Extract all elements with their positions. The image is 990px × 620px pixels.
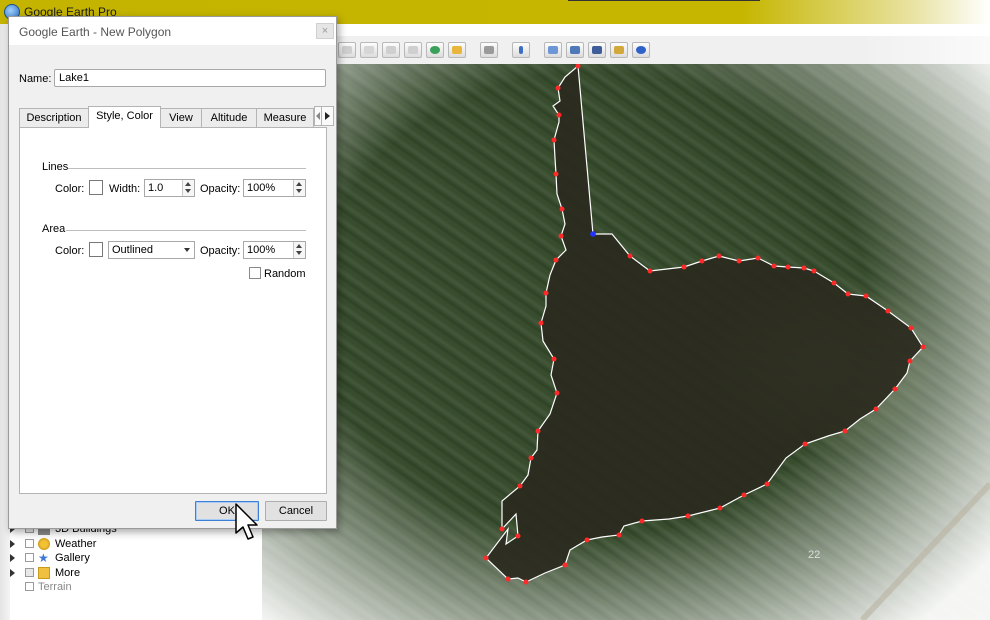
polygon-overlay[interactable]	[262, 64, 990, 620]
name-input[interactable]	[54, 69, 326, 87]
ruler-button[interactable]	[480, 42, 498, 58]
area-color-swatch[interactable]	[89, 242, 103, 257]
width-label: Width:	[109, 183, 141, 195]
lines-heading: Lines	[42, 161, 69, 173]
layer-label: Gallery	[55, 552, 90, 564]
layer-label: Weather	[55, 537, 97, 550]
earth-globe-button[interactable]	[632, 42, 650, 58]
mouse-pointer-icon	[235, 503, 258, 540]
layer-checkbox[interactable]	[25, 553, 34, 562]
tab-scroll-right-icon[interactable]	[321, 106, 334, 126]
tab-description[interactable]: Description	[19, 108, 89, 127]
map-tile-label: 22	[808, 549, 821, 561]
lines-color-swatch[interactable]	[89, 180, 103, 195]
close-button[interactable]: ×	[316, 23, 334, 39]
historical-imagery-button[interactable]	[426, 42, 444, 58]
tab-altitude[interactable]: Altitude	[201, 108, 257, 127]
name-label: Name:	[19, 73, 52, 85]
add-path-button[interactable]	[338, 42, 356, 58]
map-view[interactable]: 22	[262, 64, 990, 620]
area-opacity-value: 100%	[247, 244, 276, 256]
lines-color-label: Color:	[55, 183, 85, 195]
area-color-label: Color:	[55, 245, 85, 257]
cancel-button[interactable]: Cancel	[265, 501, 327, 521]
road-stripe	[859, 481, 990, 620]
tab-measure[interactable]: Measure	[256, 108, 314, 127]
style-color-panel: Lines Color: Width: 1.0 Opacity: 100% Ar…	[19, 127, 327, 494]
random-label: Random	[264, 268, 306, 280]
gallery-star-icon: ★	[38, 551, 49, 565]
dialog-title: Google Earth - New Polygon	[19, 25, 172, 39]
area-divider	[66, 230, 306, 231]
main-toolbar	[336, 36, 990, 65]
expand-arrow-icon[interactable]	[10, 539, 15, 548]
lines-opacity-value: 100%	[247, 182, 276, 194]
add-overlay-button[interactable]	[360, 42, 378, 58]
spinner-arrows-icon[interactable]	[182, 180, 194, 196]
layer-label: More	[55, 566, 81, 579]
tab-view[interactable]: View	[160, 108, 202, 127]
folder-icon	[38, 566, 50, 579]
save-image-button[interactable]	[588, 42, 606, 58]
area-fill-mode-select[interactable]: Outlined	[108, 241, 195, 259]
record-tour-button[interactable]	[382, 42, 400, 58]
layer-checkbox[interactable]	[25, 567, 34, 577]
spinner-arrows-icon[interactable]	[293, 180, 305, 196]
print-button[interactable]	[566, 42, 584, 58]
sunlight-button[interactable]	[448, 42, 466, 58]
sidebar-toggle-button[interactable]	[512, 42, 530, 58]
dialog-tabs: Description Style, Color View Altitude M…	[19, 106, 334, 128]
title-bar-divider	[568, 0, 760, 1]
view-in-maps-button[interactable]	[610, 42, 628, 58]
lines-opacity-spinner[interactable]: 100%	[243, 179, 306, 197]
lines-divider	[68, 168, 306, 169]
expand-arrow-icon[interactable]	[10, 554, 15, 562]
weather-sun-icon	[38, 537, 50, 550]
area-fill-mode-value: Outlined	[112, 244, 153, 256]
area-opacity-spinner[interactable]: 100%	[243, 241, 306, 259]
width-value: 1.0	[148, 182, 164, 194]
layer-checkbox[interactable]	[25, 538, 34, 548]
area-heading: Area	[42, 223, 66, 235]
layer-label: Terrain	[38, 581, 72, 593]
area-opacity-label: Opacity:	[200, 245, 241, 257]
spinner-arrows-icon[interactable]	[293, 242, 305, 258]
selected-vertex[interactable]	[590, 231, 596, 237]
new-polygon-dialog: Google Earth - New Polygon × Name: Descr…	[8, 16, 337, 529]
historical-imagery-icon[interactable]	[404, 42, 422, 58]
email-button[interactable]	[544, 42, 562, 58]
random-checkbox[interactable]	[249, 267, 261, 279]
width-spinner[interactable]: 1.0	[144, 179, 195, 197]
lines-opacity-label: Opacity:	[200, 183, 241, 195]
lake-polygon[interactable]	[485, 64, 924, 583]
tab-style-color[interactable]: Style, Color	[88, 106, 161, 128]
expand-arrow-icon[interactable]	[10, 568, 15, 577]
dialog-title-bar[interactable]: Google Earth - New Polygon ×	[9, 17, 336, 45]
layer-checkbox[interactable]	[25, 582, 34, 591]
